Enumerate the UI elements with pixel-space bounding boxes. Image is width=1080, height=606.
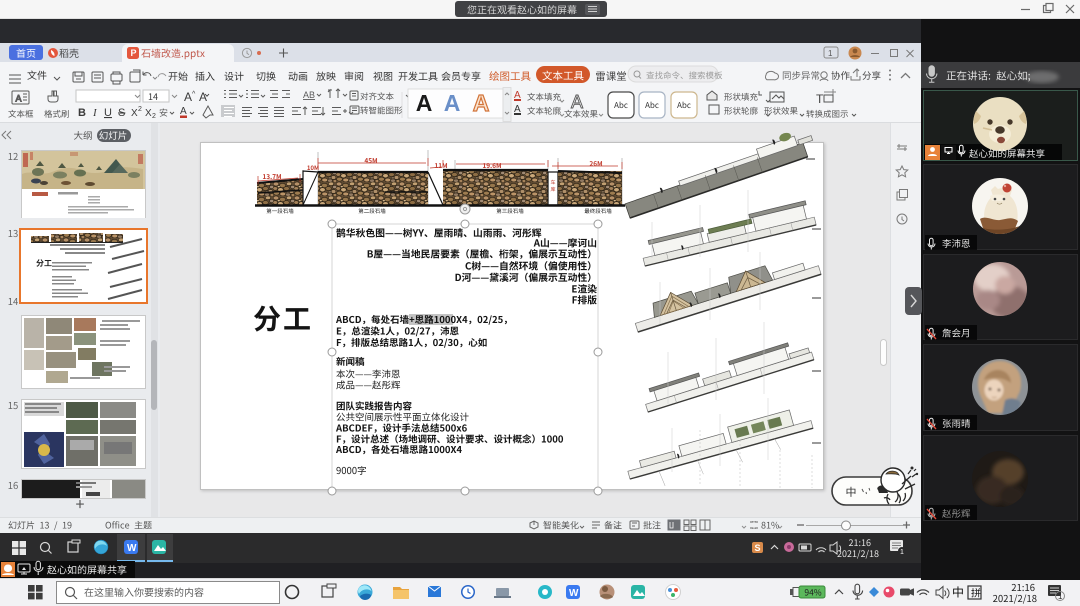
svg-text:A: A [16,94,22,104]
svg-text:W: W [569,588,579,599]
svg-text:1: 1 [900,549,904,556]
svg-text:^: ^ [192,91,196,98]
svg-text:2: 2 [138,106,142,113]
svg-text:2: 2 [152,113,156,120]
svg-text:T: T [816,92,824,106]
svg-text:S: S [118,107,125,119]
svg-text:X: X [145,108,152,119]
svg-text:A: A [444,90,461,116]
svg-text:1: 1 [1058,592,1063,601]
svg-text:A: A [571,92,583,112]
svg-text:A: A [473,90,490,116]
svg-text:A: A [416,90,433,116]
svg-text:B: B [78,107,86,119]
svg-text:W: W [127,543,137,554]
svg-text:U: U [104,107,112,119]
svg-text:AB: AB [303,90,315,100]
svg-text:I: I [92,107,98,119]
svg-text:A: A [199,90,207,104]
svg-text:1: 1 [828,49,833,58]
svg-text:S: S [755,543,761,553]
svg-text:X: X [131,108,138,119]
svg-text:A: A [180,106,187,117]
svg-text:A: A [184,90,192,104]
